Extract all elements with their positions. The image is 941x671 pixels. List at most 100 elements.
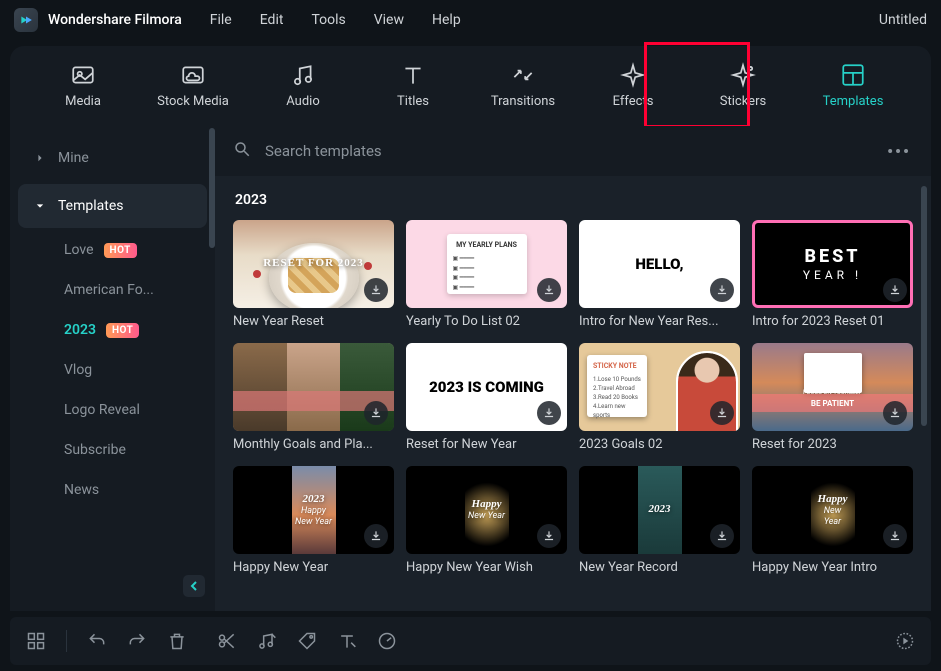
sidebar-sub-label: Vlog (64, 362, 92, 378)
template-card[interactable]: HappyNew Year Happy New Year Wish (406, 466, 567, 575)
delete-button[interactable] (167, 631, 187, 651)
render-preview-button[interactable] (895, 631, 915, 651)
menu-edit[interactable]: Edit (260, 12, 284, 28)
tab-audio[interactable]: Audio (254, 52, 352, 118)
body: Mine Templates LoveHOT American Fo... 2023… (10, 126, 931, 611)
download-button[interactable] (537, 278, 561, 302)
template-card[interactable]: Monthly Goals and Pla... (233, 343, 394, 452)
separator (66, 630, 67, 652)
tab-label: Effects (613, 94, 654, 109)
template-card[interactable]: HELLO,Intro for New Year Res... (579, 220, 740, 329)
download-button[interactable] (883, 524, 907, 548)
app-logo: Wondershare Filmora (14, 8, 182, 32)
menu-tools[interactable]: Tools (311, 12, 345, 28)
template-label: Monthly Goals and Pla... (233, 437, 394, 452)
audio-tool-button[interactable] (257, 631, 277, 651)
download-button[interactable] (537, 401, 561, 425)
tab-templates[interactable]: Templates (804, 52, 902, 118)
section-title: 2023 (235, 192, 913, 208)
sidebar-sub-vlog[interactable]: Vlog (10, 350, 215, 390)
music-note-icon (290, 62, 316, 88)
download-button[interactable] (710, 524, 734, 548)
tab-stock-media[interactable]: Stock Media (144, 52, 242, 118)
menu-file[interactable]: File (210, 12, 232, 28)
timeline-toolbar (10, 617, 931, 665)
text-tool-button[interactable] (337, 631, 357, 651)
template-thumbnail[interactable]: STICKY NOTE1.Lose 10 Pounds2.Travel Abro… (579, 343, 740, 431)
sidebar-sub-2023[interactable]: 2023 HOT (10, 310, 215, 350)
template-thumbnail[interactable]: MY YEARLY PLANS▣ ━━━━▣ ━━━━▣ ━━━━▣ ━━━━ (406, 220, 567, 308)
undo-button[interactable] (87, 631, 107, 651)
template-thumbnail[interactable]: 2023HappyNew Year (233, 466, 394, 554)
template-thumbnail[interactable]: HappyNewYear (752, 466, 913, 554)
sidebar-sub-news[interactable]: News (10, 470, 215, 510)
template-card[interactable]: STICKY NOTE1.Lose 10 Pounds2.Travel Abro… (579, 343, 740, 452)
template-card[interactable]: 2023HappyNew YearHappy New Year (233, 466, 394, 575)
download-button[interactable] (710, 278, 734, 302)
content-scrollbar[interactable] (921, 186, 927, 426)
search-input[interactable] (265, 142, 871, 160)
menu-view[interactable]: View (374, 12, 404, 28)
tab-transitions[interactable]: Transitions (474, 52, 572, 118)
asset-tab-bar: Media Stock Media Audio Titles Transitio… (10, 46, 931, 126)
sidebar-item-mine[interactable]: Mine (18, 136, 207, 180)
text-icon (400, 62, 426, 88)
redo-button[interactable] (127, 631, 147, 651)
more-options-button[interactable]: ••• (885, 142, 913, 161)
tab-effects[interactable]: Effects (584, 52, 682, 118)
sidebar-sub-love[interactable]: LoveHOT (10, 230, 215, 270)
caret-down-icon (36, 202, 46, 210)
apps-icon[interactable] (26, 631, 46, 651)
template-card[interactable]: BESTYEAR !Intro for 2023 Reset 01 (752, 220, 913, 329)
download-button[interactable] (883, 278, 907, 302)
tab-label: Media (65, 94, 101, 109)
sidebar-sub-label: News (64, 482, 99, 498)
template-thumbnail[interactable]: 2023 IS COMING (406, 343, 567, 431)
download-button[interactable] (883, 401, 907, 425)
tab-media[interactable]: Media (34, 52, 132, 118)
download-button[interactable] (710, 401, 734, 425)
template-thumbnail[interactable]: HELLO, (579, 220, 740, 308)
split-button[interactable] (217, 631, 237, 651)
document-title: Untitled (879, 12, 927, 28)
template-thumbnail[interactable] (233, 343, 394, 431)
sidebar-sub-american-fo-[interactable]: American Fo... (10, 270, 215, 310)
template-thumbnail[interactable]: HappyNew Year (406, 466, 567, 554)
template-card[interactable]: FOCUS ON YOURSELFBE PATIENTReset for 202… (752, 343, 913, 452)
main-panel: ••• 2023 RESET FOR 2023New Year ResetMY … (215, 126, 931, 611)
sidebar-sub-label: 2023 (64, 322, 96, 338)
template-card[interactable]: MY YEARLY PLANS▣ ━━━━▣ ━━━━▣ ━━━━▣ ━━━━Y… (406, 220, 567, 329)
tag-tool-button[interactable] (297, 631, 317, 651)
sidebar-item-templates[interactable]: Templates (18, 184, 207, 228)
search-icon (233, 140, 251, 162)
template-card[interactable]: 2023 IS COMINGReset for New Year (406, 343, 567, 452)
sticker-icon (730, 62, 756, 88)
sidebar-sub-label: American Fo... (64, 282, 154, 298)
tab-stickers[interactable]: Stickers (694, 52, 792, 118)
download-button[interactable] (364, 524, 388, 548)
template-label: Happy New Year Wish (406, 560, 567, 575)
sidebar-sub-subscribe[interactable]: Subscribe (10, 430, 215, 470)
speed-tool-button[interactable] (377, 631, 397, 651)
template-card[interactable]: RESET FOR 2023New Year Reset (233, 220, 394, 329)
download-button[interactable] (364, 278, 388, 302)
hot-badge: HOT (104, 243, 137, 258)
sidebar: Mine Templates LoveHOT American Fo... 2023… (10, 126, 215, 611)
template-thumbnail[interactable]: FOCUS ON YOURSELFBE PATIENT (752, 343, 913, 431)
template-thumbnail[interactable]: RESET FOR 2023 (233, 220, 394, 308)
sidebar-item-label: Templates (58, 198, 124, 214)
template-label: 2023 Goals 02 (579, 437, 740, 452)
template-card[interactable]: HappyNewYear Happy New Year Intro (752, 466, 913, 575)
sidebar-collapse-button[interactable] (183, 575, 205, 597)
template-thumbnail[interactable]: BESTYEAR ! (752, 220, 913, 308)
hot-badge: HOT (106, 323, 139, 338)
tab-label: Stock Media (157, 94, 229, 109)
template-thumbnail[interactable]: 2023 (579, 466, 740, 554)
menu-help[interactable]: Help (432, 12, 461, 28)
download-button[interactable] (537, 524, 561, 548)
template-label: Happy New Year Intro (752, 560, 913, 575)
sidebar-sub-logo-reveal[interactable]: Logo Reveal (10, 390, 215, 430)
download-button[interactable] (364, 401, 388, 425)
template-card[interactable]: 2023New Year Record (579, 466, 740, 575)
tab-titles[interactable]: Titles (364, 52, 462, 118)
